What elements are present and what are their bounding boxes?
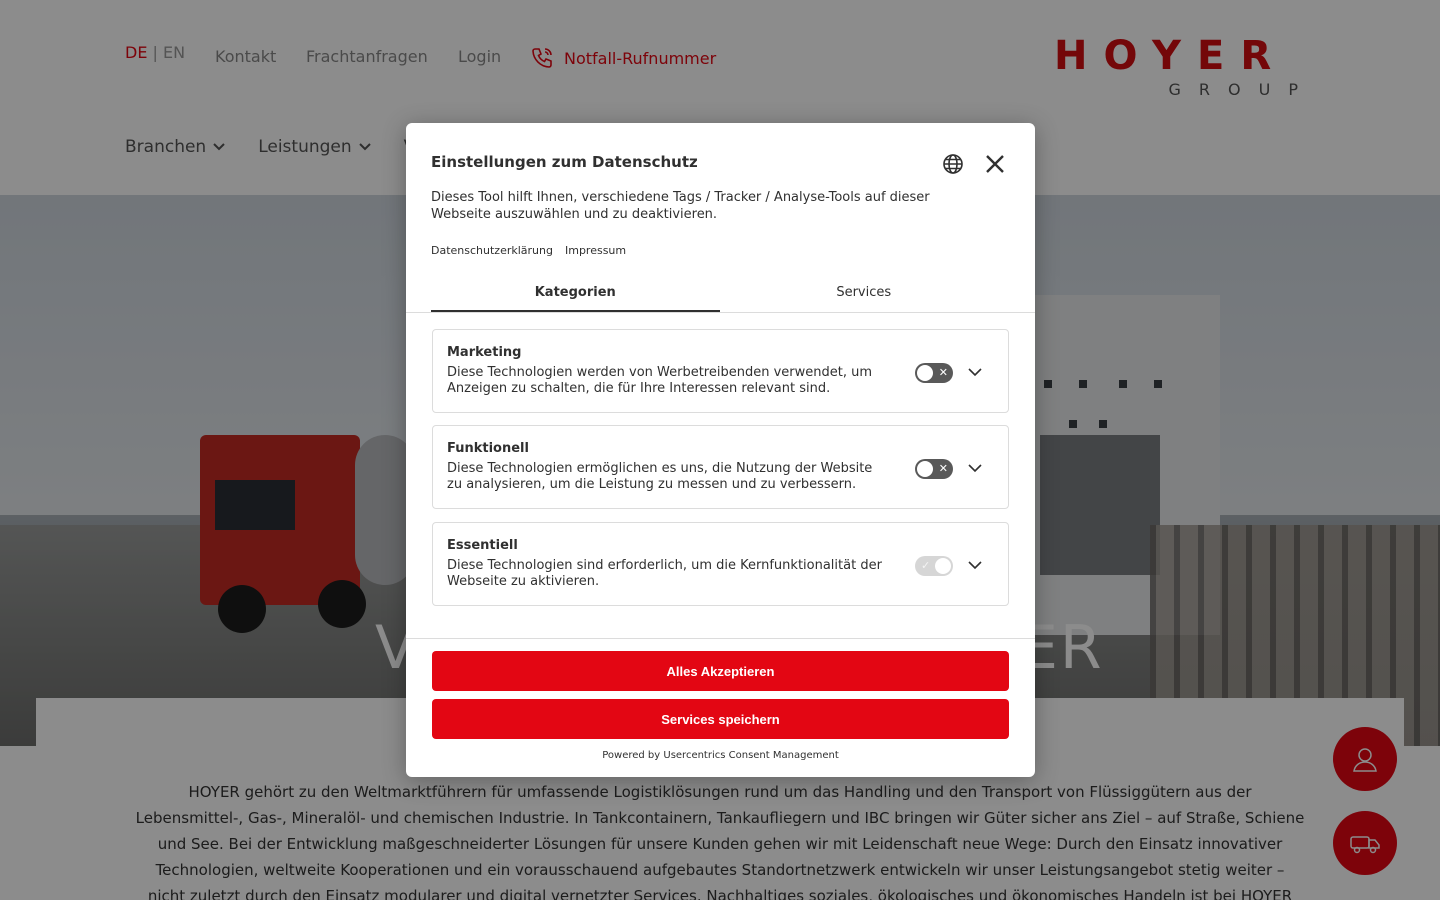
category-card-functional: Funktionell Diese Technologien ermöglich… [432, 425, 1009, 509]
essential-toggle: ✓ [915, 556, 953, 576]
check-icon: ✓ [921, 559, 931, 572]
dialog-links: Datenschutzerklärung Impressum [431, 244, 626, 257]
category-name: Essentiell [447, 538, 518, 553]
marketing-toggle[interactable]: ✕ [915, 363, 953, 383]
privacy-policy-link[interactable]: Datenschutzerklärung [431, 244, 553, 257]
toggle-knob [917, 461, 933, 477]
category-name: Funktionell [447, 441, 529, 456]
functional-toggle[interactable]: ✕ [915, 459, 953, 479]
chevron-down-icon[interactable] [967, 460, 983, 476]
accept-all-button[interactable]: Alles Akzeptieren [432, 651, 1009, 691]
category-description: Diese Technologien werden von Werbetreib… [447, 365, 873, 396]
powered-by-text[interactable]: Powered by Usercentrics Consent Manageme… [406, 750, 1035, 761]
category-card-essential: Essentiell Diese Technologien sind erfor… [432, 522, 1009, 606]
category-description: Diese Technologien sind erforderlich, um… [447, 558, 882, 589]
category-name: Marketing [447, 345, 522, 360]
chevron-down-icon[interactable] [967, 557, 983, 573]
x-icon: ✕ [938, 366, 948, 379]
tab-categories[interactable]: Kategorien [431, 282, 720, 312]
x-icon: ✕ [938, 462, 948, 475]
dialog-tabs: Kategorien Services [431, 282, 1008, 312]
divider [406, 638, 1035, 639]
toggle-knob [917, 365, 933, 381]
privacy-settings-dialog: Einstellungen zum Datenschutz Dieses Too… [406, 123, 1035, 777]
toggle-knob [935, 558, 951, 574]
chevron-down-icon[interactable] [967, 364, 983, 380]
tab-services[interactable]: Services [720, 282, 1009, 312]
category-description: Diese Technologien ermöglichen es uns, d… [447, 461, 873, 492]
divider [406, 312, 1035, 313]
globe-icon[interactable] [942, 153, 964, 175]
dialog-description: Dieses Tool hilft Ihnen, verschiedene Ta… [431, 190, 930, 222]
category-card-marketing: Marketing Diese Technologien werden von … [432, 329, 1009, 413]
close-icon[interactable] [984, 153, 1006, 175]
save-services-button[interactable]: Services speichern [432, 699, 1009, 739]
dialog-title: Einstellungen zum Datenschutz [431, 153, 698, 171]
imprint-link[interactable]: Impressum [565, 244, 626, 257]
